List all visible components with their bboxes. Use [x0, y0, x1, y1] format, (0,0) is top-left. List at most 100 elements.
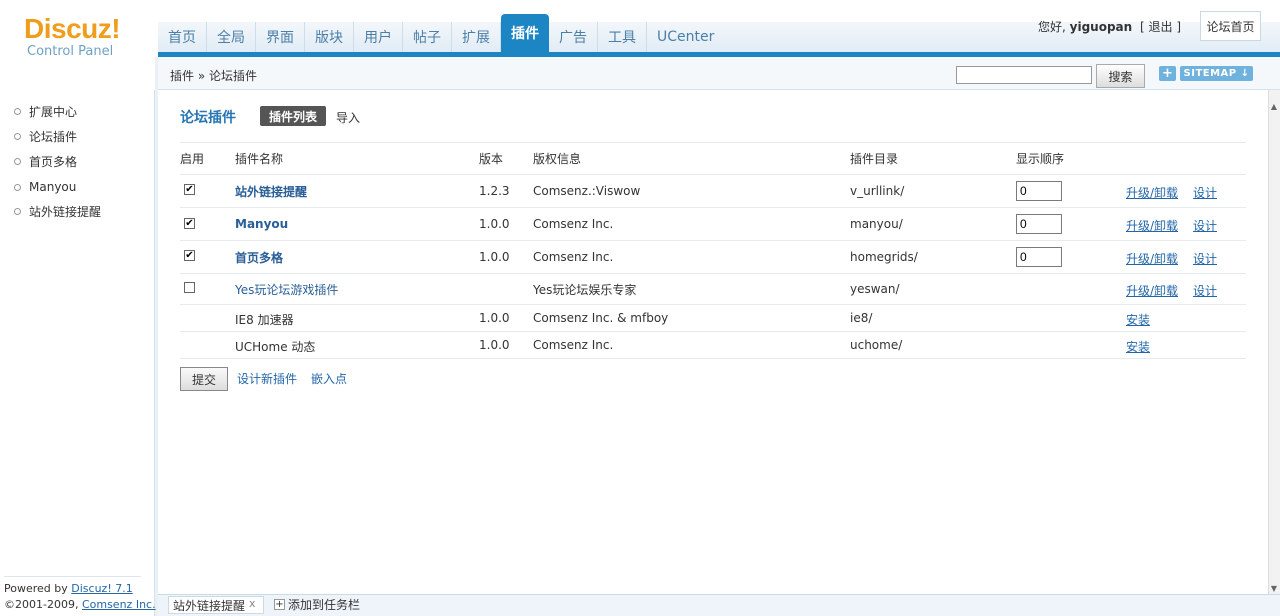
bullet-icon — [14, 133, 21, 140]
install-link[interactable]: 安装 — [1126, 338, 1150, 355]
tab-posts[interactable]: 帖子 — [403, 22, 452, 52]
upgrade-uninstall-link[interactable]: 升级/卸载 — [1126, 184, 1178, 201]
vertical-scrollbar[interactable] — [1268, 90, 1280, 594]
bullet-icon — [14, 183, 21, 191]
design-link[interactable]: 设计 — [1193, 184, 1217, 201]
add-shortcut-icon[interactable]: + — [1159, 66, 1176, 81]
logout-link[interactable]: [ 退出 ] — [1140, 20, 1181, 34]
order-input[interactable] — [1016, 214, 1062, 234]
header-dir: 插件目录 — [850, 152, 899, 166]
plugin-copyright: Comsenz Inc. — [533, 338, 614, 352]
tab-ads[interactable]: 广告 — [549, 22, 598, 52]
divider — [180, 273, 1246, 274]
design-link[interactable]: 设计 — [1193, 250, 1217, 267]
close-icon[interactable]: x — [249, 597, 256, 610]
page-title: 论坛插件 — [180, 110, 236, 126]
plugin-copyright: Yes玩论坛娱乐专家 — [533, 283, 637, 297]
sidebar-item-homegrids[interactable]: 首页多格 — [14, 153, 77, 170]
plugin-copyright: Comsenz.:Viswow — [533, 184, 641, 198]
upgrade-uninstall-link[interactable]: 升级/卸载 — [1126, 250, 1178, 267]
tab-plugin-list[interactable]: 插件列表 — [260, 106, 326, 126]
tab-users[interactable]: 用户 — [354, 22, 403, 52]
scroll-down-icon[interactable]: ▼ — [1268, 582, 1280, 594]
breadcrumb: 插件 » 论坛插件 — [170, 69, 257, 83]
submit-button[interactable]: 提交 — [180, 367, 228, 391]
divider — [180, 174, 1246, 175]
tab-home[interactable]: 首页 — [158, 22, 207, 52]
sidebar-item-forum-plugins[interactable]: 论坛插件 — [14, 128, 77, 145]
divider — [180, 331, 1246, 332]
order-input[interactable] — [1016, 247, 1062, 267]
plugin-name[interactable]: 首页多格 — [235, 249, 283, 266]
hooks-link[interactable]: 嵌入点 — [311, 370, 347, 387]
tab-plugins[interactable]: 插件 — [501, 14, 549, 52]
sidebar-item-manyou[interactable]: Manyou — [14, 180, 76, 194]
enable-checkbox[interactable]: ✔ — [184, 250, 195, 261]
search-button[interactable]: 搜索 — [1096, 64, 1145, 88]
design-link[interactable]: 设计 — [1193, 217, 1217, 234]
header-version: 版本 — [479, 152, 504, 166]
tab-import[interactable]: 导入 — [336, 109, 360, 126]
tab-ucenter[interactable]: UCenter — [647, 22, 724, 52]
plugin-copyright: Comsenz Inc. — [533, 250, 614, 264]
order-input[interactable] — [1016, 181, 1062, 201]
add-to-taskbar-button[interactable]: + 添加到任务栏 — [274, 596, 360, 613]
plus-icon: + — [274, 599, 285, 610]
design-new-plugin-link[interactable]: 设计新插件 — [237, 370, 297, 387]
header-copyright: 版权信息 — [533, 152, 582, 166]
bullet-icon — [14, 158, 21, 165]
plugin-name: UCHome 动态 — [235, 340, 316, 354]
plugin-name[interactable]: Manyou — [235, 217, 288, 231]
tab-global[interactable]: 全局 — [207, 22, 256, 52]
plugin-dir: v_urllink/ — [850, 184, 905, 198]
powered-text: Powered by — [4, 582, 72, 595]
header-order: 显示顺序 — [1016, 152, 1065, 166]
sidebar-item-label: 站外链接提醒 — [29, 205, 102, 219]
plugin-dir: yeswan/ — [850, 282, 900, 296]
discuz-link[interactable]: Discuz! 7.1 — [71, 582, 132, 595]
sidebar-divider — [155, 57, 158, 616]
plugin-version: 1.2.3 — [479, 184, 510, 198]
plugin-version: 1.0.0 — [479, 250, 510, 264]
comsenz-link[interactable]: Comsenz Inc. — [82, 598, 156, 611]
sitemap-button[interactable]: SITEMAP ↓ — [1180, 66, 1253, 81]
plugin-dir: manyou/ — [850, 217, 903, 231]
enable-checkbox[interactable] — [184, 282, 195, 293]
search-input[interactable] — [956, 66, 1092, 84]
greeting: 您好, — [1038, 20, 1066, 34]
divider — [180, 207, 1246, 208]
discuz-logo[interactable]: Discuz! Control Panel — [24, 13, 134, 60]
footer-divider — [4, 576, 141, 577]
install-link[interactable]: 安装 — [1126, 311, 1150, 328]
sidebar-item-extension-center[interactable]: 扩展中心 — [14, 103, 77, 120]
upgrade-uninstall-link[interactable]: 升级/卸载 — [1126, 282, 1178, 299]
sidebar-item-label: Manyou — [29, 180, 77, 194]
scroll-up-icon[interactable]: ▲ — [1268, 100, 1280, 112]
enable-checkbox[interactable]: ✔ — [184, 184, 195, 195]
header-name: 插件名称 — [235, 152, 284, 166]
plugin-copyright: Comsenz Inc. & mfboy — [533, 311, 669, 325]
forum-home-button[interactable]: 论坛首页 — [1200, 11, 1261, 41]
design-link[interactable]: 设计 — [1193, 282, 1217, 299]
enable-checkbox[interactable]: ✔ — [184, 218, 195, 229]
bullet-icon — [14, 208, 21, 215]
plugin-name[interactable]: Yes玩论坛游戏插件 — [235, 281, 338, 298]
tab-extensions[interactable]: 扩展 — [452, 22, 501, 52]
copyright-text: ©2001-2009, — [4, 598, 82, 611]
header-enabled: 启用 — [180, 152, 205, 166]
logo-text: Discuz! — [24, 13, 121, 44]
plugin-dir: ie8/ — [850, 311, 873, 325]
tab-forums[interactable]: 版块 — [305, 22, 354, 52]
upgrade-uninstall-link[interactable]: 升级/卸载 — [1126, 217, 1178, 234]
add-to-taskbar-label: 添加到任务栏 — [288, 598, 361, 612]
tab-tools[interactable]: 工具 — [598, 22, 647, 52]
divider — [180, 304, 1246, 305]
sidebar-item-label: 首页多格 — [29, 155, 78, 169]
tab-interface[interactable]: 界面 — [256, 22, 305, 52]
sidebar-item-urllink[interactable]: 站外链接提醒 — [14, 203, 101, 220]
powered-by: Powered by Discuz! 7.1 — [4, 582, 133, 595]
divider — [180, 142, 1246, 143]
sidebar-item-label: 扩展中心 — [29, 105, 78, 119]
plugin-dir: uchome/ — [850, 338, 903, 352]
plugin-name[interactable]: 站外链接提醒 — [235, 183, 307, 200]
